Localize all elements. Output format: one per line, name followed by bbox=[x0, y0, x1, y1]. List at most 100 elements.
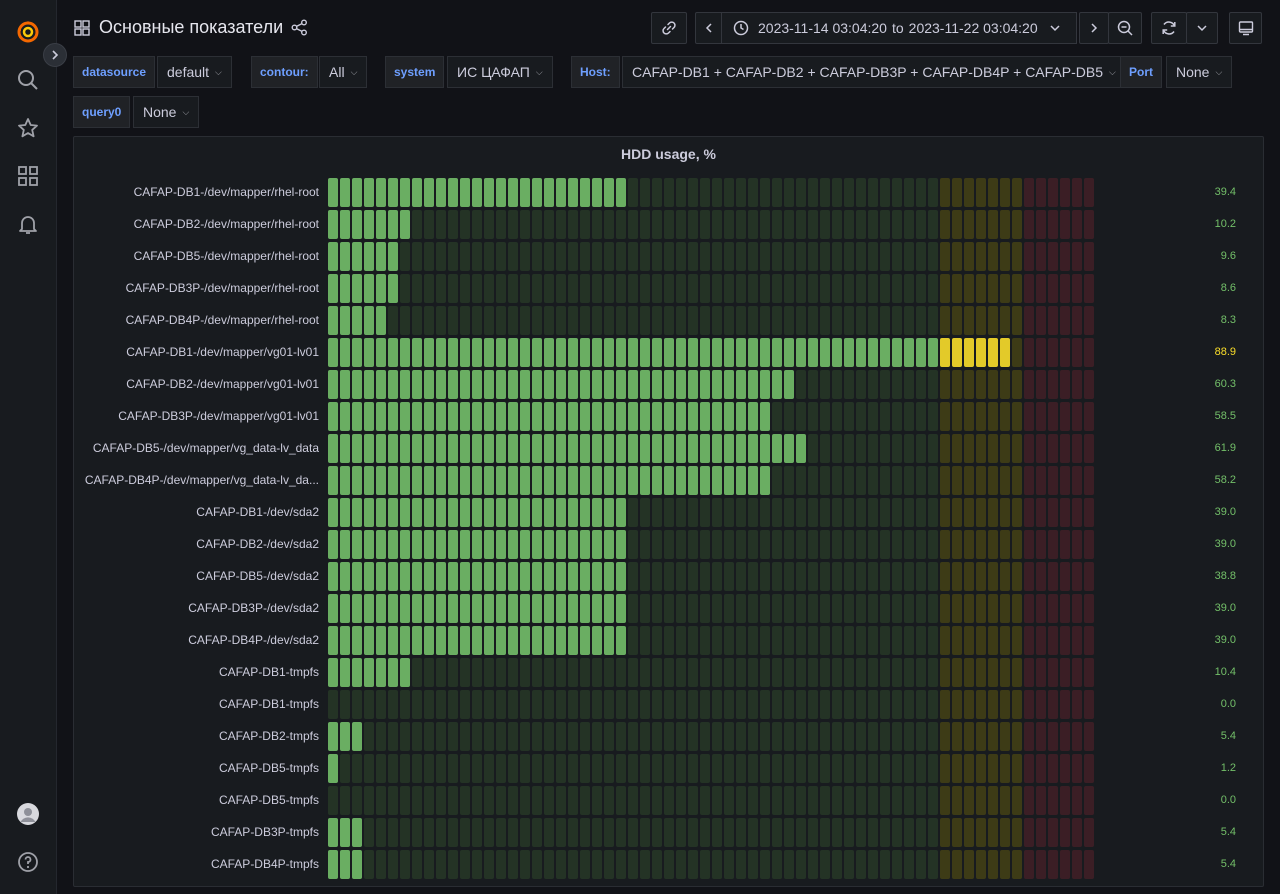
gauge-cell bbox=[916, 498, 926, 527]
dashboard-grid-icon bbox=[74, 20, 90, 41]
variable-select-host[interactable]: CAFAP-DB1 + CAFAP-DB2 + CAFAP-DB3P + CAF… bbox=[622, 56, 1126, 88]
variable-select-datasource[interactable]: default ⌵ bbox=[157, 56, 232, 88]
gauge-cell bbox=[496, 178, 506, 207]
bell-icon[interactable] bbox=[16, 212, 40, 236]
copy-link-button[interactable] bbox=[651, 12, 687, 44]
gauge-cell bbox=[544, 786, 554, 815]
gauge-cell bbox=[352, 594, 362, 623]
gauge-cell bbox=[448, 178, 458, 207]
gauge-cell bbox=[400, 306, 410, 335]
gauge-cell bbox=[892, 722, 902, 751]
gauge-cell bbox=[964, 786, 974, 815]
gauge-row-value: 61.9 bbox=[1214, 442, 1236, 454]
dashboards-icon[interactable] bbox=[16, 164, 40, 188]
gauge-cell bbox=[652, 434, 662, 463]
gauge-cell bbox=[628, 594, 638, 623]
gauge-bar bbox=[328, 369, 1094, 401]
gauge-cell bbox=[1084, 498, 1094, 527]
gauge-cell bbox=[892, 594, 902, 623]
gauge-cell bbox=[976, 466, 986, 495]
gauge-cell bbox=[376, 562, 386, 591]
gauge-cell bbox=[328, 626, 338, 655]
gauge-cell bbox=[676, 242, 686, 271]
gauge-cell bbox=[772, 306, 782, 335]
grafana-logo-icon[interactable] bbox=[16, 20, 40, 44]
gauge-cell bbox=[400, 594, 410, 623]
refresh-button[interactable] bbox=[1151, 12, 1187, 44]
gauge-cell bbox=[592, 242, 602, 271]
expand-sidebar-button[interactable] bbox=[43, 43, 67, 67]
zoom-out-button[interactable] bbox=[1108, 12, 1142, 44]
gauge-cell bbox=[400, 722, 410, 751]
gauge-cell bbox=[772, 498, 782, 527]
gauge-cell bbox=[904, 370, 914, 399]
gauge-cell bbox=[1000, 306, 1010, 335]
panel-title[interactable]: HDD usage, % bbox=[74, 146, 1263, 162]
gauge-cell bbox=[448, 690, 458, 719]
gauge-cell bbox=[604, 626, 614, 655]
gauge-cell bbox=[868, 754, 878, 783]
gauge-cell bbox=[388, 210, 398, 239]
time-forward-button[interactable] bbox=[1079, 12, 1109, 44]
gauge-cell bbox=[772, 626, 782, 655]
tv-mode-button[interactable] bbox=[1229, 12, 1262, 44]
gauge-cell bbox=[712, 338, 722, 367]
gauge-cell bbox=[604, 530, 614, 559]
gauge-cell bbox=[1084, 658, 1094, 687]
gauge-bar bbox=[328, 657, 1094, 689]
gauge-cell bbox=[352, 722, 362, 751]
gauge-cell bbox=[988, 210, 998, 239]
gauge-cell bbox=[988, 434, 998, 463]
gauge-cell bbox=[832, 434, 842, 463]
dashboard-header: Основные показатели 2023-11-14 03:04:20 … bbox=[57, 0, 1280, 56]
gauge-cell bbox=[928, 498, 938, 527]
gauge-cell bbox=[532, 754, 542, 783]
gauge-cell bbox=[808, 402, 818, 431]
refresh-interval-dropdown[interactable] bbox=[1186, 12, 1218, 44]
gauge-cell bbox=[340, 690, 350, 719]
help-icon[interactable] bbox=[16, 850, 40, 874]
variable-select-system[interactable]: ИС ЦАФАП ⌵ bbox=[447, 56, 553, 88]
gauge-cell bbox=[772, 466, 782, 495]
gauge-bar bbox=[328, 529, 1094, 561]
gauge-cell bbox=[1012, 690, 1022, 719]
gauge-cell bbox=[784, 754, 794, 783]
gauge-cell bbox=[688, 242, 698, 271]
gauge-cell bbox=[988, 626, 998, 655]
gauge-cell bbox=[544, 722, 554, 751]
gauge-cell bbox=[532, 850, 542, 879]
gauge-cell bbox=[424, 306, 434, 335]
gauge-cell bbox=[724, 178, 734, 207]
share-icon[interactable] bbox=[291, 19, 308, 41]
star-icon[interactable] bbox=[16, 116, 40, 140]
gauge-cell bbox=[796, 178, 806, 207]
variable-select-query0[interactable]: None ⌵ bbox=[133, 96, 200, 128]
gauge-cell bbox=[436, 626, 446, 655]
gauge-cell bbox=[748, 402, 758, 431]
gauge-cell bbox=[616, 626, 626, 655]
gauge-cell bbox=[748, 498, 758, 527]
gauge-cell bbox=[652, 850, 662, 879]
gauge-cell bbox=[808, 754, 818, 783]
gauge-cell bbox=[544, 562, 554, 591]
time-back-button[interactable] bbox=[695, 12, 723, 44]
gauge-cell bbox=[520, 434, 530, 463]
gauge-cell bbox=[460, 370, 470, 399]
gauge-cell bbox=[1000, 242, 1010, 271]
search-icon[interactable] bbox=[16, 68, 40, 92]
gauge-cell bbox=[664, 786, 674, 815]
gauge-cell bbox=[1036, 434, 1046, 463]
time-range-picker[interactable]: 2023-11-14 03:04:20 to 2023-11-22 03:04:… bbox=[721, 12, 1077, 44]
gauge-cell bbox=[592, 274, 602, 303]
gauge-cell bbox=[484, 402, 494, 431]
gauge-cell bbox=[544, 850, 554, 879]
gauge-cell bbox=[340, 466, 350, 495]
page-title[interactable]: Основные показатели bbox=[99, 17, 283, 38]
gauge-cell bbox=[796, 530, 806, 559]
gauge-cell bbox=[1024, 722, 1034, 751]
variable-select-port[interactable]: None ⌵ bbox=[1166, 56, 1233, 88]
gauge-cell bbox=[652, 754, 662, 783]
avatar[interactable] bbox=[16, 802, 40, 826]
gauge-cell bbox=[844, 338, 854, 367]
variable-select-contour[interactable]: All ⌵ bbox=[319, 56, 368, 88]
